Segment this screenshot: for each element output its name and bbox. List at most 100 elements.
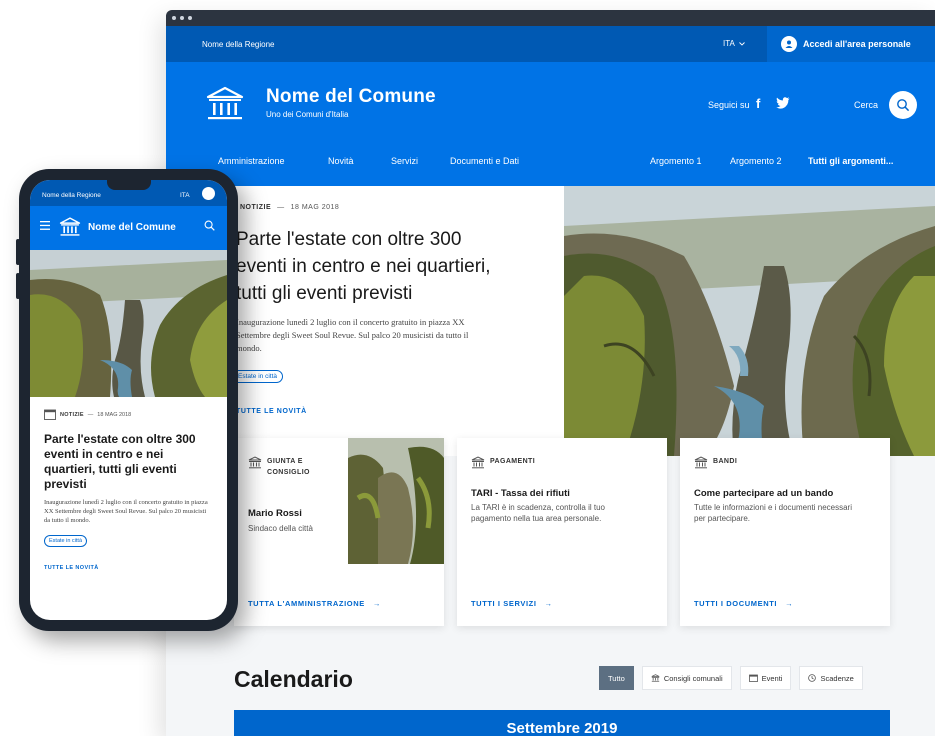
rock-photo xyxy=(348,438,444,564)
calendar-filters: Tutto Consigli comunali Eventi Scadenze xyxy=(599,666,863,690)
hero-news: NOTIZIE — 18 MAG 2018 Parte l'estate con… xyxy=(166,186,935,456)
news-category: NOTIZIE xyxy=(240,204,272,211)
filter-label: Eventi xyxy=(761,673,783,683)
nav-item-amministrazione[interactable]: Amministrazione xyxy=(218,156,285,166)
desktop-browser-window: Nome della Regione ITA Accedi all'area p… xyxy=(166,10,935,736)
card-link-label: TUTTI I SERVIZI xyxy=(471,599,537,608)
calendar-title: Calendario xyxy=(234,666,353,692)
mobile-site-title[interactable]: Nome del Comune xyxy=(88,222,176,233)
mobile-news-abstract: Inaugurazione lunedì 2 luglio con il con… xyxy=(44,499,208,524)
social-label: Seguici su xyxy=(708,100,750,110)
mobile-canyon-photo xyxy=(30,250,227,397)
hamburger-menu-icon[interactable] xyxy=(40,221,50,230)
card-link-label: TUTTA L'AMMINISTRAZIONE xyxy=(248,599,365,608)
card-category-label: GIUNTA E CONSIGLIO xyxy=(267,458,310,476)
mobile-phone-frame: Nome della Regione ITA Nome del Comune N… xyxy=(16,169,238,631)
window-dot[interactable] xyxy=(180,16,184,20)
window-dot[interactable] xyxy=(188,16,192,20)
mobile-language-selector[interactable]: ITA xyxy=(180,192,190,199)
search-label: Cerca xyxy=(854,100,879,110)
nav-item-servizi[interactable]: Servizi xyxy=(391,156,418,166)
news-meta: NOTIZIE — 18 MAG 2018 xyxy=(240,204,339,211)
card-link[interactable]: TUTTA L'AMMINISTRAZIONE → xyxy=(248,599,381,608)
calendar-icon xyxy=(44,409,56,420)
card-bandi[interactable]: BANDI Come partecipare ad un bando Tutte… xyxy=(680,438,890,626)
mobile-news-date: 18 MAG 2018 xyxy=(97,411,132,418)
filter-label: Scadenze xyxy=(820,673,854,683)
mobile-news-headline[interactable]: Parte l'estate con oltre 300 eventi in c… xyxy=(44,432,213,492)
nav-item-novita[interactable]: Novità xyxy=(328,156,354,166)
site-title[interactable]: Nome del Comune xyxy=(266,86,436,108)
main-navigation: Amministrazione Novità Servizi Documenti… xyxy=(166,146,935,186)
tag-chip[interactable]: Estate in città xyxy=(232,370,284,383)
card-title[interactable]: Come partecipare ad un bando xyxy=(694,488,833,499)
town-hall-icon xyxy=(471,456,485,469)
clock-icon xyxy=(808,674,817,682)
region-link[interactable]: Nome della Regione xyxy=(202,40,275,49)
mobile-news: NOTIZIE — 18 MAG 2018 Parte l'estate con… xyxy=(30,397,227,581)
filter-eventi[interactable]: Eventi xyxy=(739,666,792,690)
language-selector[interactable]: ITA xyxy=(723,39,745,48)
town-hall-icon xyxy=(248,456,262,469)
filter-scadenze[interactable]: Scadenze xyxy=(799,666,863,690)
all-news-link[interactable]: TUTTE LE NOVITÀ xyxy=(236,408,307,415)
card-link[interactable]: TUTTI I SERVIZI → xyxy=(471,599,553,608)
town-hall-logo-icon[interactable] xyxy=(206,86,244,122)
news-headline[interactable]: Parte l'estate con oltre 300 eventi in c… xyxy=(236,226,506,307)
site-tagline: Uno dei Comuni d'Italia xyxy=(266,110,349,119)
mobile-header: Nome del Comune xyxy=(30,206,227,250)
mobile-screen: Nome della Regione ITA Nome del Comune N… xyxy=(30,180,227,620)
login-button[interactable]: Accedi all'area personale xyxy=(767,26,935,62)
card-text: La TARI è in scadenza, controlla il tuo … xyxy=(471,503,605,523)
mobile-all-news-link[interactable]: TUTTE LE NOVITÀ xyxy=(44,565,213,571)
card-link-label: TUTTI I DOCUMENTI xyxy=(694,599,778,608)
twitter-icon[interactable] xyxy=(776,97,790,109)
user-icon[interactable] xyxy=(202,187,215,200)
card-category: PAGAMENTI xyxy=(471,456,535,469)
filter-consigli[interactable]: Consigli comunali xyxy=(641,666,732,690)
card-text: Tutte le informazioni e i documenti nece… xyxy=(694,503,852,523)
phone-volume-button xyxy=(16,239,20,265)
news-abstract: Inaugurazione lunedì 2 luglio con il con… xyxy=(236,317,469,353)
calendar-month-bar[interactable]: Settembre 2019 xyxy=(234,710,890,736)
nav-item-documenti[interactable]: Documenti e Dati xyxy=(450,156,519,166)
chevron-down-icon xyxy=(739,41,745,46)
arrow-right-icon: → xyxy=(544,599,553,608)
canyon-photo xyxy=(564,186,935,456)
nav-all-topics[interactable]: Tutti gli argomenti... xyxy=(808,156,893,166)
user-icon xyxy=(781,36,797,52)
mobile-tag-chip[interactable]: Estate in città xyxy=(44,535,88,547)
card-giunta[interactable]: GIUNTA E CONSIGLIO Mario Rossi Sindaco d… xyxy=(234,438,444,626)
search-button[interactable] xyxy=(889,91,917,119)
arrow-right-icon: → xyxy=(785,599,794,608)
card-title[interactable]: Mario Rossi xyxy=(248,508,302,519)
card-link[interactable]: TUTTI I DOCUMENTI → xyxy=(694,599,793,608)
center-header: Nome del Comune Uno dei Comuni d'Italia … xyxy=(166,62,935,146)
meta-separator: — xyxy=(87,411,94,418)
login-label: Accedi all'area personale xyxy=(803,39,911,49)
window-dot[interactable] xyxy=(172,16,176,20)
town-hall-logo-icon[interactable] xyxy=(59,217,81,237)
slim-header: Nome della Regione ITA Accedi all'area p… xyxy=(166,26,935,62)
card-category: GIUNTA E CONSIGLIO xyxy=(248,456,327,478)
facebook-icon[interactable]: f xyxy=(756,96,760,111)
card-title[interactable]: TARI - Tassa dei rifiuti xyxy=(471,488,570,499)
search-icon[interactable] xyxy=(204,220,215,231)
mobile-news-category: NOTIZIE xyxy=(60,411,84,418)
card-category: BANDI xyxy=(694,456,737,469)
mobile-news-meta: NOTIZIE — 18 MAG 2018 xyxy=(44,409,213,420)
town-hall-icon xyxy=(694,456,708,469)
mobile-region-link[interactable]: Nome della Regione xyxy=(42,192,101,199)
card-category-label: PAGAMENTI xyxy=(490,458,536,465)
filter-tutto[interactable]: Tutto xyxy=(599,666,634,690)
nav-topic-1[interactable]: Argomento 1 xyxy=(650,156,702,166)
meta-separator: — xyxy=(277,204,285,211)
language-label: ITA xyxy=(723,39,735,48)
nav-topic-2[interactable]: Argomento 2 xyxy=(730,156,782,166)
phone-notch xyxy=(107,180,151,190)
phone-volume-button xyxy=(16,273,20,299)
calendar-icon xyxy=(748,674,758,682)
card-pagamenti[interactable]: PAGAMENTI TARI - Tassa dei rifiuti La TA… xyxy=(457,438,667,626)
card-category-label: BANDI xyxy=(713,458,738,465)
browser-chrome xyxy=(166,10,935,26)
